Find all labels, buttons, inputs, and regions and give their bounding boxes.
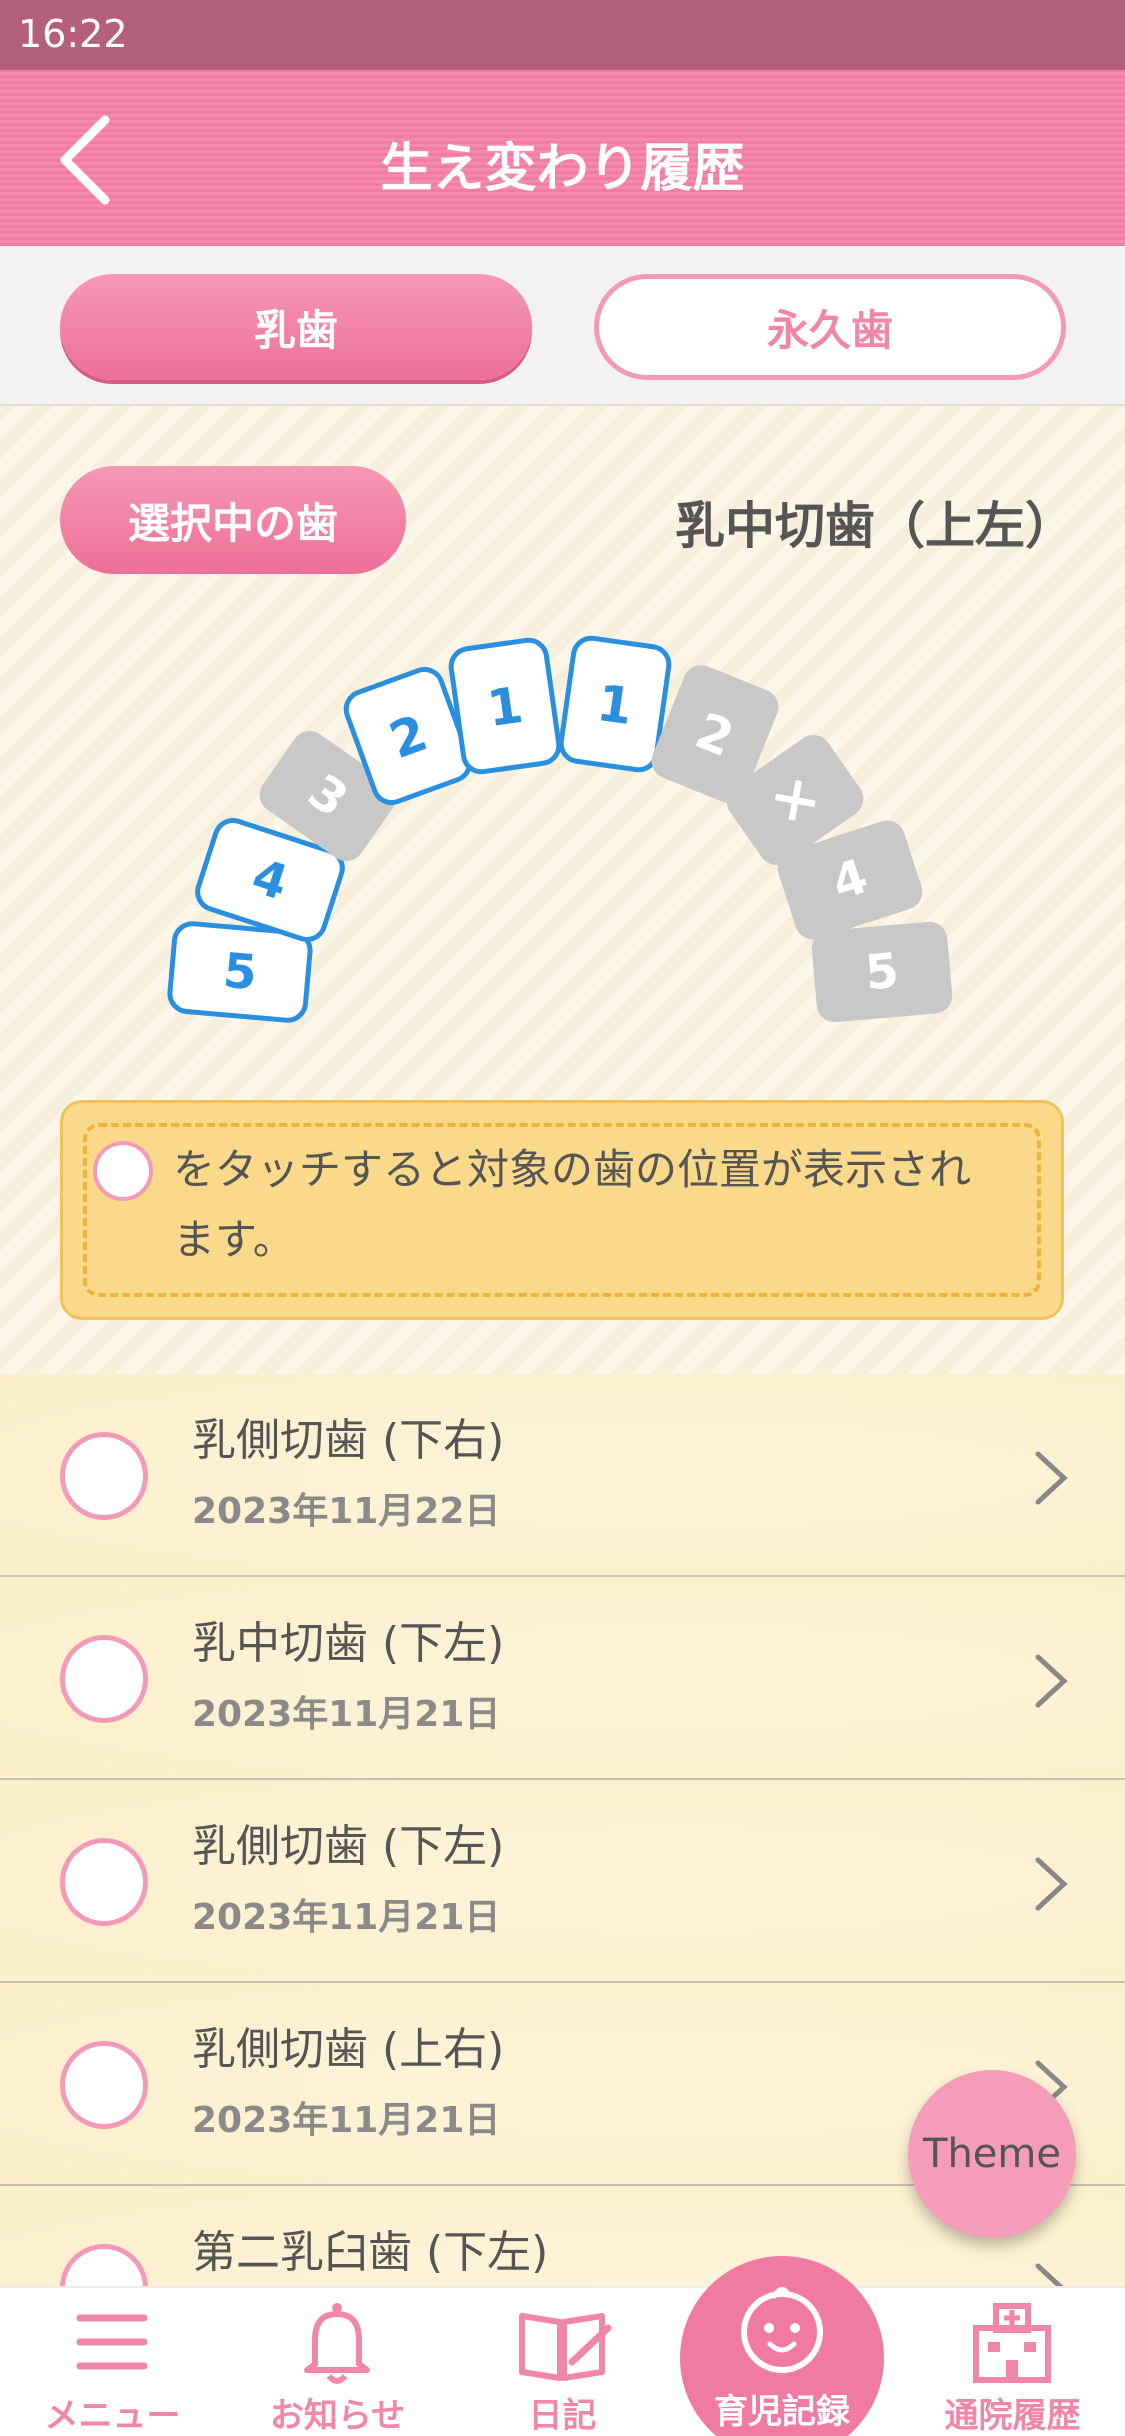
tooth-name: 第二乳臼歯 (下左): [192, 2227, 549, 2278]
change-date: 2023年11月22日: [192, 1491, 501, 1532]
status-time: 16:22: [18, 12, 128, 56]
tooth-label: 5: [221, 943, 259, 1002]
tooth-type-tabs: 乳歯 永久歯: [0, 246, 1125, 406]
tooth-circle-icon: [60, 1838, 148, 1926]
history-list: 乳側切歯 (下右) 2023年11月22日 乳中切歯 (下左) 2023年11月…: [0, 1374, 1125, 2389]
diary-book-icon: [519, 2313, 612, 2381]
menu-icon: [76, 2314, 148, 2370]
tab-permanent-teeth[interactable]: 永久歯: [594, 274, 1066, 380]
history-row[interactable]: 乳中切歯 (下左) 2023年11月21日: [0, 1577, 1125, 1780]
change-date: 2023年11月21日: [192, 2100, 501, 2141]
change-date: 2023年11月21日: [192, 1694, 501, 1735]
tooth-circle-icon: [60, 2041, 148, 2129]
tab-primary-teeth[interactable]: 乳歯: [60, 274, 532, 380]
page-title: 生え変わり履歴: [380, 139, 745, 199]
chevron-right-icon: [1035, 1857, 1068, 1911]
bell-icon: [304, 2303, 370, 2384]
tooth-label: 5: [863, 943, 901, 1002]
hint-box: をタッチすると対象の歯の位置が表示されます。: [60, 1100, 1064, 1320]
nav-menu[interactable]: メニュー: [0, 2288, 225, 2436]
tooth-name: 乳側切歯 (下左): [192, 1821, 505, 1872]
nav-diary[interactable]: 日記: [450, 2288, 675, 2436]
tooth-circle-icon: [60, 1432, 148, 1520]
nav-label: 育児記録: [714, 2392, 850, 2432]
history-row[interactable]: 乳側切歯 (下右) 2023年11月22日: [0, 1374, 1125, 1577]
nav-label: 通院履歴: [944, 2396, 1081, 2436]
nav-label: お知らせ: [269, 2396, 406, 2436]
tooth-name: 乳側切歯 (上右): [192, 2024, 505, 2075]
hint-circle-icon: [93, 1141, 153, 1201]
tooth-name: 乳中切歯 (下左): [192, 1618, 505, 1669]
bottom-nav: メニュー お知らせ 日記 通院履歴: [0, 2286, 1125, 2436]
tooth-upper-right-1[interactable]: 1: [448, 637, 562, 775]
change-date: 2023年11月21日: [192, 1897, 501, 1938]
status-bar: 16:22: [0, 0, 1125, 70]
hint-text: をタッチすると対象の歯の位置が表示されます。: [173, 1145, 972, 1264]
nav-label: メニュー: [44, 2396, 181, 2436]
theme-button[interactable]: Theme: [908, 2070, 1076, 2238]
baby-face-icon: [741, 2287, 823, 2373]
chevron-right-icon: [1035, 1451, 1068, 1505]
tooth-name: 乳側切歯 (下右): [192, 1415, 505, 1466]
hospital-icon: [973, 2303, 1051, 2383]
history-row[interactable]: 乳側切歯 (下左) 2023年11月21日: [0, 1780, 1125, 1983]
tooth-circle-icon: [60, 1635, 148, 1723]
chevron-right-icon: [1035, 1654, 1068, 1708]
nav-news[interactable]: お知らせ: [225, 2288, 450, 2436]
app-header: 生え変わり履歴: [0, 70, 1125, 246]
nav-hospital[interactable]: 通院履歴: [900, 2288, 1125, 2436]
tooth-upper-left-5[interactable]: 5: [810, 920, 954, 1024]
nav-label: 日記: [528, 2396, 597, 2436]
tooth-selector-panel: 選択中の歯 乳中切歯（上左） 5 4 3 2 1 1 2 × 4 5 をタッチす…: [0, 406, 1125, 1374]
